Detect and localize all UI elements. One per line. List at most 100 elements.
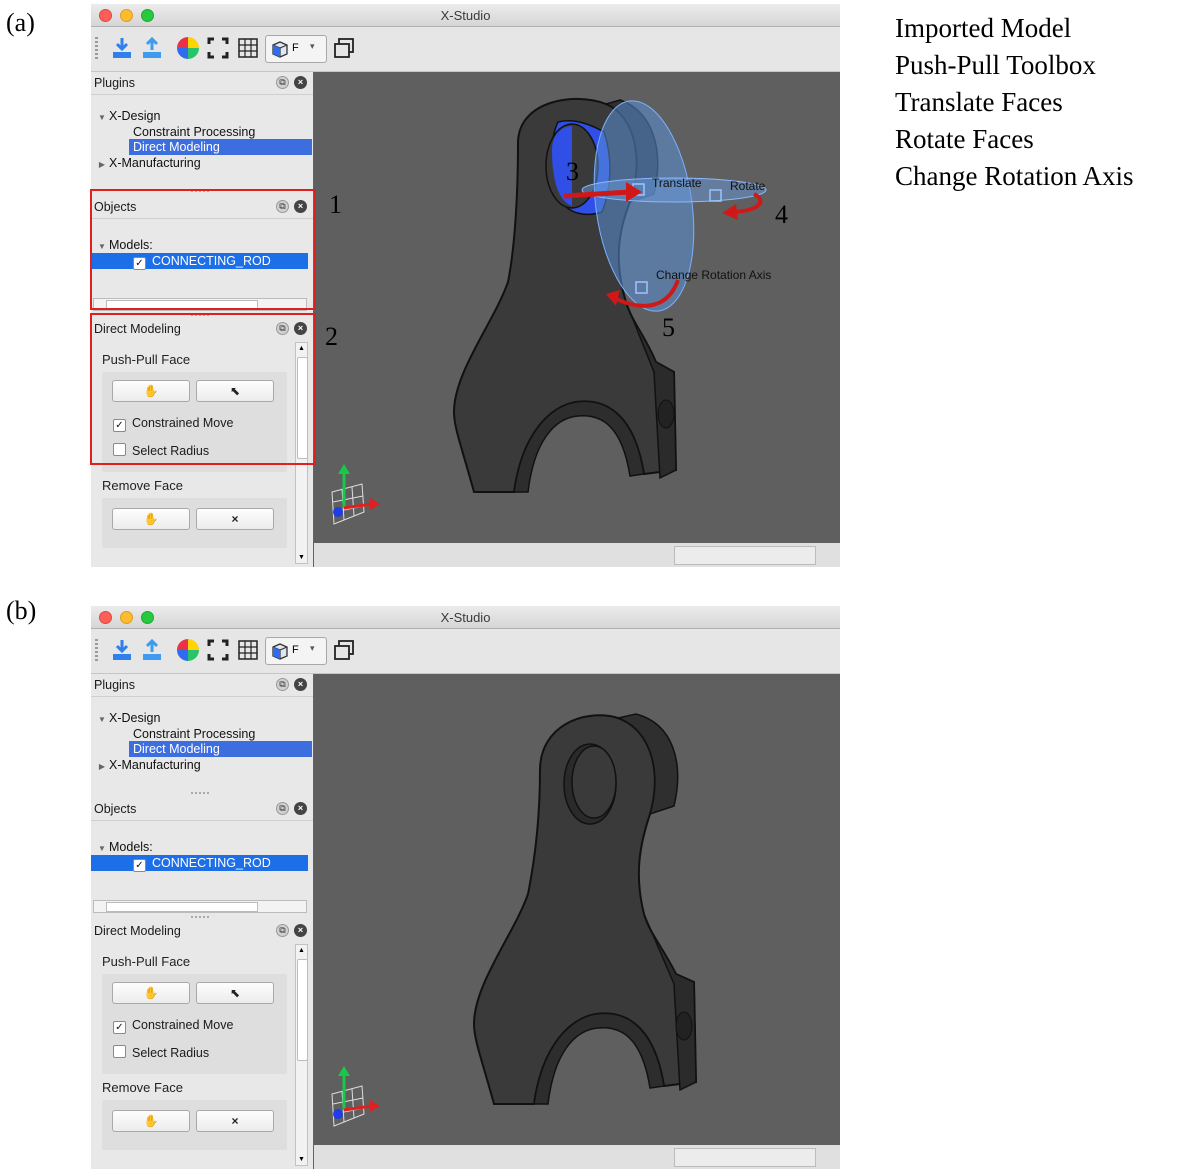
toolbar-grip[interactable]	[95, 639, 98, 661]
tree-item-constraint-processing[interactable]: Constraint Processing	[133, 726, 255, 742]
direct-modeling-panel: Push-Pull Face ✋ ⬉ ✓ Constrained Move Sel…	[91, 942, 313, 1169]
remove-hand-button[interactable]: ✋	[112, 508, 190, 530]
hand-tool-button[interactable]: ✋	[112, 982, 190, 1004]
scroll-down-icon[interactable]: ▼	[298, 1156, 305, 1163]
view-dropdown[interactable]: F ▾	[265, 35, 327, 63]
legend-item-change-rotation-axis: Change Rotation Axis	[895, 161, 1134, 191]
plugins-tree: ▼ X-Design Constraint Processing Direct M…	[91, 710, 312, 790]
status-bar	[314, 543, 840, 567]
view-dropdown[interactable]: F ▾	[265, 637, 327, 665]
tree-item-direct-modeling[interactable]: Direct Modeling	[129, 139, 312, 155]
visibility-checkbox[interactable]: ✓	[133, 859, 146, 872]
collapsed-arrow-icon[interactable]: ▶	[95, 157, 109, 173]
axis-triad-icon	[331, 464, 380, 525]
export-icon[interactable]	[139, 637, 165, 663]
select-radius-option[interactable]: Select Radius	[113, 1045, 209, 1060]
legend-item-translate-faces: Translate Faces	[895, 87, 1063, 117]
import-icon[interactable]	[109, 637, 135, 663]
toolbox-highlight-box	[90, 313, 316, 465]
toolbar-grip[interactable]	[95, 37, 98, 59]
viewport-canvas	[331, 97, 767, 525]
title-bar: X-Studio	[91, 606, 840, 629]
window-icon[interactable]	[331, 637, 357, 663]
float-dock-icon[interactable]: ⧉	[276, 924, 289, 937]
window-title: X-Studio	[440, 610, 491, 625]
status-field	[674, 1148, 816, 1167]
scrollbar-thumb[interactable]	[106, 902, 258, 912]
grid-icon[interactable]	[235, 637, 261, 663]
scroll-down-icon[interactable]: ▼	[298, 554, 305, 561]
close-icon: ×	[231, 512, 239, 526]
tree-item-direct-modeling[interactable]: Direct Modeling	[129, 741, 312, 757]
chevron-down-icon: ▾	[310, 41, 315, 51]
direct-modeling-scrollbar[interactable]: ▲ ▼	[295, 944, 308, 1166]
3d-viewport[interactable]	[314, 674, 840, 1145]
window-icon[interactable]	[331, 35, 357, 61]
scrollbar-thumb[interactable]	[297, 959, 308, 1061]
fit-view-icon[interactable]	[205, 637, 231, 663]
tree-item-x-manufacturing[interactable]: ▶ X-Manufacturing	[95, 155, 201, 171]
view-cube-icon	[272, 643, 288, 660]
change-rotation-axis-label: Change Rotation Axis	[656, 268, 772, 282]
scroll-up-icon[interactable]: ▲	[298, 947, 305, 954]
constrained-move-checkbox[interactable]: ✓	[113, 1021, 126, 1034]
tree-item-constraint-processing[interactable]: Constraint Processing	[133, 124, 255, 140]
remove-hand-button[interactable]: ✋	[112, 1110, 190, 1132]
remove-face-box: ✋ ×	[102, 1100, 287, 1150]
3d-viewport[interactable]: Translate Rotate Change Rotation Axis	[314, 72, 840, 543]
remove-face-button[interactable]: ×	[196, 508, 274, 530]
tree-item-connecting-rod[interactable]: ✓ CONNECTING_ROD	[91, 855, 308, 872]
rotate-label: Rotate	[730, 179, 766, 193]
export-icon[interactable]	[139, 35, 165, 61]
callout-4: 4	[775, 200, 788, 229]
dock-splitter[interactable]	[191, 916, 211, 918]
panel-a-label: (a)	[6, 8, 35, 37]
view-dropdown-value: F	[292, 42, 299, 54]
objects-horizontal-scrollbar[interactable]	[93, 900, 307, 913]
dock-splitter[interactable]	[191, 792, 211, 794]
close-dock-icon[interactable]: ×	[294, 924, 307, 937]
close-dock-icon[interactable]: ×	[294, 802, 307, 815]
push-pull-face-label: Push-Pull Face	[102, 954, 191, 969]
viewport-canvas	[331, 713, 698, 1127]
callout-5: 5	[662, 313, 675, 342]
close-dock-icon[interactable]: ×	[294, 76, 307, 89]
grid-icon[interactable]	[235, 35, 261, 61]
objects-dock-title: Objects	[94, 802, 137, 816]
tree-item-models[interactable]: ▼ Models:	[95, 839, 153, 855]
legend-item-rotate-faces: Rotate Faces	[895, 124, 1034, 154]
collapsed-arrow-icon[interactable]: ▶	[95, 759, 109, 775]
objects-dock-header: Objects ⧉ ×	[91, 798, 313, 821]
plugins-tree: ▼ X-Design Constraint Processing Direct M…	[91, 108, 312, 188]
pointer-tool-button[interactable]: ⬉	[196, 982, 274, 1004]
window-title: X-Studio	[440, 8, 491, 23]
close-dock-icon[interactable]: ×	[294, 678, 307, 691]
objects-highlight-box	[90, 189, 316, 310]
direct-modeling-dock-title: Direct Modeling	[94, 924, 181, 938]
callout-3: 3	[566, 157, 579, 186]
float-dock-icon[interactable]: ⧉	[276, 678, 289, 691]
select-radius-checkbox[interactable]	[113, 1045, 126, 1058]
fit-view-icon[interactable]	[205, 35, 231, 61]
remove-face-label: Remove Face	[102, 478, 183, 493]
view-dropdown-value: F	[292, 644, 299, 656]
color-wheel-icon[interactable]	[175, 35, 201, 61]
expanded-arrow-icon[interactable]: ▼	[95, 712, 109, 728]
float-dock-icon[interactable]: ⧉	[276, 802, 289, 815]
tree-item-x-design[interactable]: ▼ X-Design	[95, 108, 160, 124]
push-pull-box: ✋ ⬉ ✓ Constrained Move Select Radius	[102, 974, 287, 1074]
color-wheel-icon[interactable]	[175, 637, 201, 663]
tree-item-x-design[interactable]: ▼ X-Design	[95, 710, 160, 726]
translate-label: Translate	[652, 176, 702, 190]
remove-face-button[interactable]: ×	[196, 1110, 274, 1132]
hand-icon: ✋	[143, 986, 159, 1000]
plugins-dock-title: Plugins	[94, 678, 135, 692]
axis-triad-icon	[331, 1066, 380, 1127]
float-dock-icon[interactable]: ⧉	[276, 76, 289, 89]
title-bar: X-Studio	[91, 4, 840, 27]
import-icon[interactable]	[109, 35, 135, 61]
direct-modeling-dock-header: Direct Modeling ⧉ ×	[91, 920, 313, 943]
tree-item-x-manufacturing[interactable]: ▶ X-Manufacturing	[95, 757, 201, 773]
expanded-arrow-icon[interactable]: ▼	[95, 110, 109, 126]
constrained-move-option[interactable]: ✓ Constrained Move	[113, 1018, 233, 1034]
